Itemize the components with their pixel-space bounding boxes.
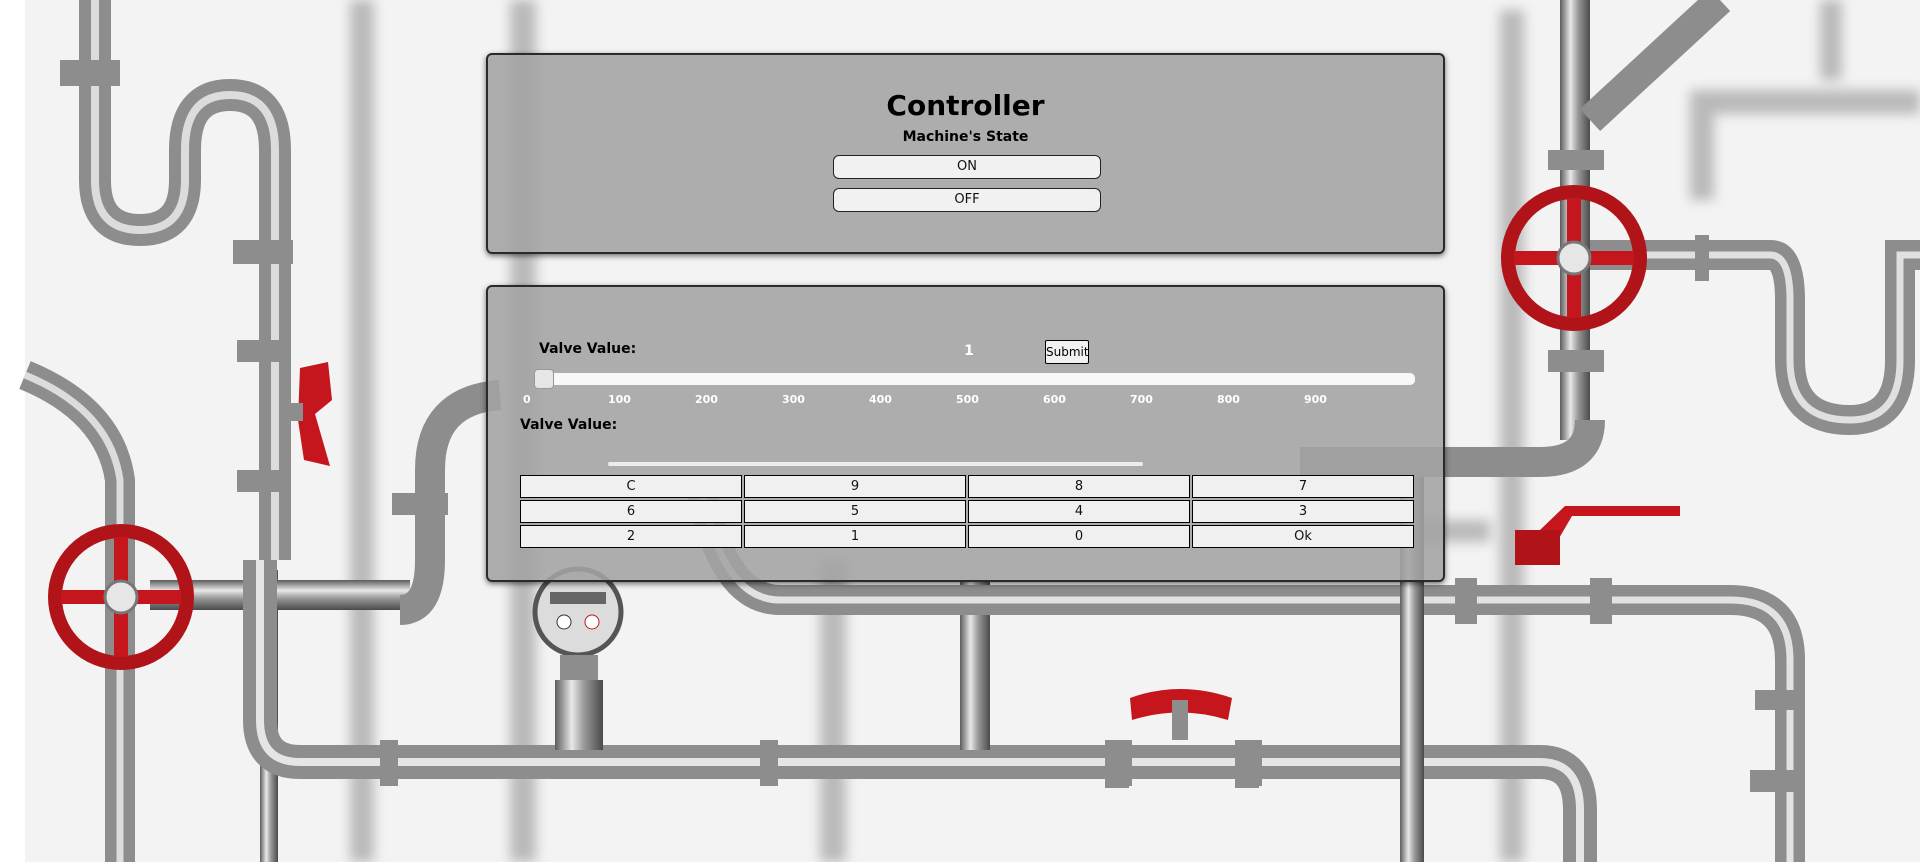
key-7[interactable]: 7 bbox=[1192, 475, 1414, 498]
valve-progress-bar bbox=[608, 462, 1143, 466]
key-c[interactable]: C bbox=[520, 475, 742, 498]
key-0[interactable]: 0 bbox=[968, 525, 1190, 548]
tick-label: 200 bbox=[695, 393, 718, 406]
tick-label: 600 bbox=[1043, 393, 1066, 406]
page-title: Controller bbox=[886, 89, 1045, 122]
valve-value-readout: 1 bbox=[964, 343, 974, 359]
numeric-keypad: C 9 8 7 6 5 4 3 2 1 0 Ok bbox=[520, 475, 1414, 548]
valve-slider-track[interactable] bbox=[537, 373, 1415, 385]
tick-label: 500 bbox=[956, 393, 979, 406]
machine-state-label: Machine's State bbox=[902, 129, 1029, 145]
controller-panel: Controller Machine's State ON OFF bbox=[486, 53, 1445, 254]
key-9[interactable]: 9 bbox=[744, 475, 966, 498]
submit-button[interactable]: Submit bbox=[1045, 340, 1089, 364]
tick-label: 100 bbox=[608, 393, 631, 406]
key-2[interactable]: 2 bbox=[520, 525, 742, 548]
key-8[interactable]: 8 bbox=[968, 475, 1190, 498]
valve-value-label: Valve Value: bbox=[539, 341, 637, 357]
on-button[interactable]: ON bbox=[833, 155, 1101, 179]
tick-label: 0 bbox=[523, 393, 531, 406]
key-3[interactable]: 3 bbox=[1192, 500, 1414, 523]
off-button[interactable]: OFF bbox=[833, 188, 1101, 212]
key-ok[interactable]: Ok bbox=[1192, 525, 1414, 548]
tick-label: 300 bbox=[782, 393, 805, 406]
valve-panel: Valve Value: 1 Submit 0 100 200 300 400 … bbox=[486, 285, 1445, 582]
key-1[interactable]: 1 bbox=[744, 525, 966, 548]
tick-label: 800 bbox=[1217, 393, 1240, 406]
key-5[interactable]: 5 bbox=[744, 500, 966, 523]
tick-label: 400 bbox=[869, 393, 892, 406]
valve-slider-thumb[interactable] bbox=[534, 369, 554, 389]
key-4[interactable]: 4 bbox=[968, 500, 1190, 523]
tick-label: 700 bbox=[1130, 393, 1153, 406]
tick-label: 900 bbox=[1304, 393, 1327, 406]
valve-value-label-secondary: Valve Value: bbox=[520, 417, 618, 433]
key-6[interactable]: 6 bbox=[520, 500, 742, 523]
